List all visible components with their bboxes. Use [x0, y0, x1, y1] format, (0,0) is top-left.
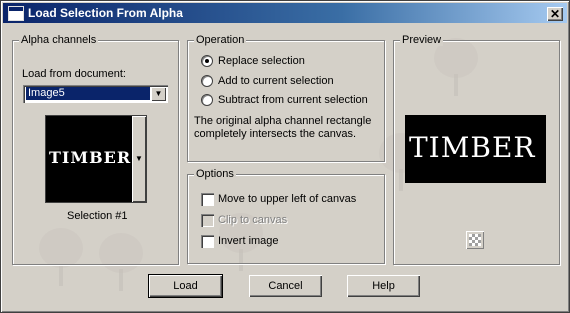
dialog-window: Load Selection From Alpha ✕ Alpha channe…: [0, 0, 570, 313]
close-icon: ✕: [549, 7, 561, 21]
alpha-channel-thumbnail[interactable]: TIMBER ▼: [45, 115, 147, 203]
add-selection-label[interactable]: Add to current selection: [218, 75, 334, 87]
radio-replace-selection[interactable]: [201, 55, 213, 67]
chevron-down-icon[interactable]: ▼: [151, 87, 166, 101]
help-button[interactable]: Help: [347, 275, 420, 297]
alpha-channels-title: Alpha channels: [19, 34, 99, 46]
close-button[interactable]: ✕: [547, 7, 563, 21]
preview-image-text: TIMBER: [409, 131, 536, 164]
options-title: Options: [194, 168, 236, 180]
operation-title: Operation: [194, 34, 247, 46]
operation-note-line2: completely intersects the canvas.: [194, 128, 357, 140]
checkerboard-toggle-icon[interactable]: [466, 231, 484, 249]
selection-label: Selection #1: [67, 210, 128, 222]
preview-title: Preview: [400, 34, 444, 46]
radio-subtract-selection[interactable]: [201, 94, 213, 106]
radio-add-selection[interactable]: [201, 75, 213, 87]
subtract-selection-label[interactable]: Subtract from current selection: [218, 94, 368, 106]
move-upper-left-label[interactable]: Move to upper left of canvas: [218, 193, 356, 205]
title-bar[interactable]: Load Selection From Alpha ✕: [3, 3, 567, 23]
preview-image: TIMBER: [405, 115, 546, 183]
clip-to-canvas-label[interactable]: Clip to canvas: [218, 214, 287, 226]
invert-image-label[interactable]: Invert image: [218, 235, 279, 247]
checkbox-clip-to-canvas[interactable]: [201, 214, 214, 227]
checkbox-move-upper-left[interactable]: [201, 193, 214, 206]
thumbnail-image-text: TIMBER: [49, 148, 132, 167]
thumbnail-dropdown-icon[interactable]: ▼: [132, 116, 146, 202]
document-select-value: Image5: [26, 87, 150, 100]
replace-selection-label[interactable]: Replace selection: [218, 55, 305, 67]
load-button[interactable]: Load: [148, 274, 223, 298]
operation-note-line1: The original alpha channel rectangle: [194, 115, 372, 127]
cancel-button[interactable]: Cancel: [249, 275, 322, 297]
window-icon: [8, 6, 24, 21]
document-select[interactable]: Image5 ▼: [23, 85, 168, 103]
checkbox-invert-image[interactable]: [201, 235, 214, 248]
load-from-document-label: Load from document:: [22, 68, 126, 80]
window-title: Load Selection From Alpha: [28, 6, 183, 20]
